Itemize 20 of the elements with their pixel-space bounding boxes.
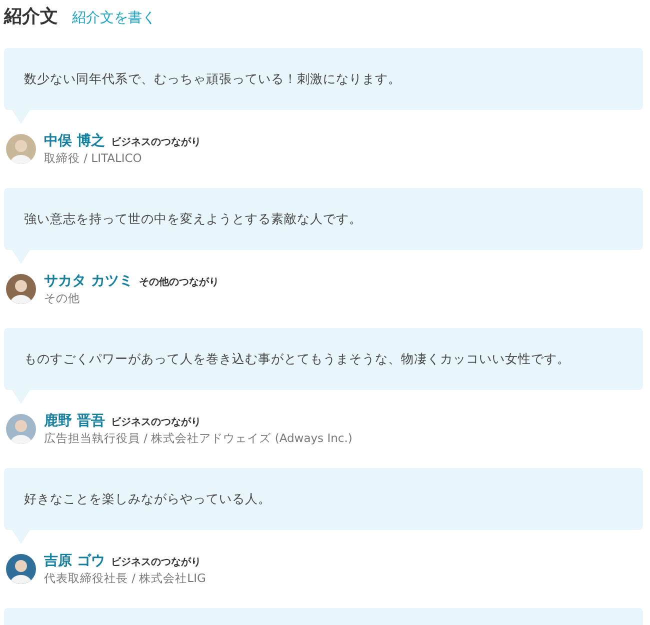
- person-name[interactable]: 鹿野 晋吾: [44, 412, 105, 430]
- person-name[interactable]: サカタ カツミ: [44, 272, 133, 290]
- job-title: その他: [44, 291, 81, 306]
- testimonial-text: 強い意志を持って世の中を変えようとする素敵な人です。: [24, 210, 362, 228]
- person-name[interactable]: 中俣 博之: [44, 132, 105, 150]
- avatar-icon[interactable]: [6, 274, 36, 304]
- testimonial-text: 好きなことを楽しみながらやっている人。: [24, 490, 271, 508]
- write-link[interactable]: 紹介文を書く: [72, 9, 156, 27]
- testimonial-text: ものすごくパワーがあって人を巻き込む事がとてもうまそうな、物凄くカッコいい女性です。: [24, 350, 570, 368]
- relation-label: ビジネスのつながり: [110, 556, 201, 569]
- job-title: 広告担当執行役員 / 株式会社アドウェイズ (Adways Inc.): [44, 431, 352, 446]
- avatar-icon[interactable]: [6, 554, 36, 584]
- person-name[interactable]: 吉原 ゴウ: [44, 552, 105, 570]
- section-title: 紹介文: [4, 5, 58, 28]
- relation-label: その他のつながり: [138, 276, 219, 289]
- job-title: 取締役 / LITALICO: [44, 151, 143, 166]
- testimonial-text: 数少ない同年代系で、むっちゃ頑張っている！刺激になります。: [24, 70, 401, 88]
- relation-label: ビジネスのつながり: [110, 136, 201, 149]
- relation-label: ビジネスのつながり: [110, 416, 201, 429]
- job-title: 代表取締役社長 / 株式会社LIG: [44, 571, 206, 586]
